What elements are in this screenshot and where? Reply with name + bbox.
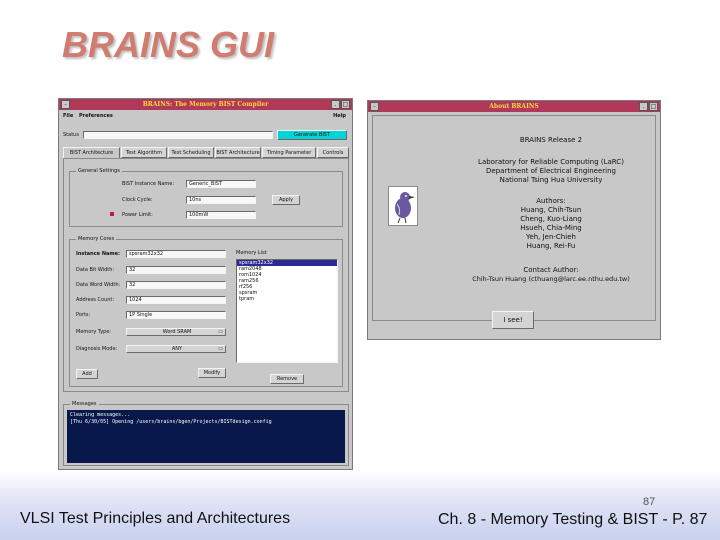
tab-controls[interactable]: Controls — [317, 147, 349, 158]
dropdown-arrow-icon: ▭ — [218, 329, 223, 335]
minimize-icon[interactable]: . — [331, 100, 340, 109]
address-count-input[interactable]: 1024 — [126, 296, 226, 304]
memory-cores-group: Memory Cores Instance Name: spsram32x32 … — [69, 236, 343, 387]
footer-bar — [0, 470, 720, 540]
about-window-title: About BRAINS — [489, 103, 539, 110]
contact-heading: Contact Author: — [523, 266, 579, 274]
close-about-button[interactable]: I see! — [492, 311, 534, 329]
author-2: Cheng, Kuo-Liang — [520, 215, 582, 223]
messages-group: Messages Clearing messages... [Thu 6/30/… — [63, 401, 349, 466]
lab-line-2: Department of Electrical Engineering — [486, 167, 616, 175]
page-number: 87 — [643, 496, 656, 508]
tab-bar: BIST Architecture Test Algorithm Test Sc… — [63, 147, 349, 158]
clock-cycle-input[interactable]: 10ns — [186, 196, 256, 204]
author-1: Huang, Chih-Tsun — [520, 206, 582, 214]
bird-logo-graphic — [395, 192, 415, 224]
diagnosis-mode-value: ANY — [171, 346, 183, 352]
instance-name-input[interactable]: spsram32x32 — [126, 250, 226, 258]
menu-preferences[interactable]: Preferences — [79, 113, 113, 119]
bist-instance-input[interactable]: Generic_BIST — [186, 180, 256, 188]
data-word-width-input[interactable]: 32 — [126, 281, 226, 289]
memory-list-item[interactable]: tpram — [237, 296, 337, 302]
slide-title: BRAINS GUI — [62, 24, 275, 65]
lab-line-3: National Tsing Hua University — [499, 176, 603, 184]
author-4: Yeh, Jen-Chieh — [526, 233, 576, 241]
instance-name-label: Instance Name: — [76, 251, 120, 257]
data-bit-width-input[interactable]: 32 — [126, 266, 226, 274]
messages-console[interactable]: Clearing messages... [Thu 6/30/05] Openi… — [67, 410, 345, 463]
release-text: BRAINS Release 2 — [519, 136, 583, 144]
ports-label: Ports: — [76, 312, 91, 318]
main-titlebar[interactable]: - BRAINS: The Memory BIST Compiler . □ — [59, 99, 352, 110]
modify-memory-button[interactable]: Modify — [198, 368, 226, 378]
menu-file[interactable]: File — [63, 113, 73, 119]
power-limit-label: Power Limit: — [122, 212, 153, 218]
messages-label: Messages — [70, 401, 99, 407]
memory-list[interactable]: spsram32x32 ram2048 rom1024 ram256 rf256 spsr… — [236, 259, 338, 363]
status-label: Status — [63, 132, 79, 138]
memory-cores-label: Memory Cores — [76, 236, 117, 242]
contact-author: Chih-Tsun Huang (cthuang@larc.ee.nthu.ed… — [472, 275, 630, 283]
lab-line-1: Laboratory for Reliable Computing (LaRC) — [478, 158, 624, 166]
data-word-width-label: Data Word Width: — [76, 282, 121, 288]
tab-bist-architecture-2[interactable]: BIST Architecture — [215, 147, 261, 158]
clock-cycle-label: Clock Cycle: — [122, 197, 153, 203]
data-bit-width-label: Data Bit Width: — [76, 267, 115, 273]
memory-type-label: Memory Type: — [76, 329, 112, 335]
menu-help[interactable]: Help — [333, 113, 346, 119]
maximize-icon[interactable]: □ — [649, 102, 658, 111]
general-settings-label: General Settings — [76, 168, 122, 174]
memory-type-value: Word SRAM — [162, 329, 192, 335]
footer-chapter-title: Ch. 8 - Memory Testing & BIST - P. 87 — [438, 511, 708, 528]
add-memory-button[interactable]: Add — [76, 369, 98, 379]
apply-button[interactable]: Apply — [272, 195, 300, 205]
tab-panel: General Settings BIST Instance Name: Gen… — [63, 158, 349, 392]
tab-timing-parameter[interactable]: Timing Parameter — [262, 147, 316, 158]
about-content-panel: BRAINS Release 2 Laboratory for Reliable… — [372, 115, 656, 321]
dropdown-arrow-icon: ▭ — [218, 346, 223, 352]
menu-bar: File Preferences Help — [59, 111, 352, 121]
status-field — [83, 131, 273, 139]
authors-heading: Authors: — [536, 197, 566, 205]
maximize-icon[interactable]: □ — [341, 100, 350, 109]
tab-test-algorithm[interactable]: Test Algorithm — [121, 147, 167, 158]
power-limit-input[interactable]: 100mW — [186, 211, 256, 219]
remove-memory-button[interactable]: Remove — [270, 374, 304, 384]
footer-course-title: VLSI Test Principles and Architectures — [20, 510, 291, 527]
tab-test-scheduling[interactable]: Test Scheduling — [168, 147, 214, 158]
bist-instance-label: BIST Instance Name: — [122, 181, 175, 187]
address-count-label: Address Count: — [76, 297, 115, 303]
message-line: [Thu 6/30/05] Opening /users/brains/bgen… — [70, 419, 272, 425]
diagnosis-mode-label: Diagnosis Mode: — [76, 346, 118, 352]
generate-bist-button[interactable]: Generate BIST — [277, 130, 347, 140]
memory-type-select[interactable]: Word SRAM ▭ — [126, 328, 226, 336]
general-settings-group: General Settings BIST Instance Name: Gen… — [69, 168, 343, 227]
power-indicator-icon — [110, 212, 114, 216]
tab-bist-architecture[interactable]: BIST Architecture — [63, 147, 120, 158]
diagnosis-mode-select[interactable]: ANY ▭ — [126, 345, 226, 353]
memory-list-label: Memory List — [236, 250, 267, 256]
main-window-title: BRAINS: The Memory BIST Compiler — [142, 101, 269, 108]
message-line: Clearing messages... — [70, 412, 131, 418]
about-brains-window: - About BRAINS . □ BRAINS Release 2 Labo… — [367, 100, 661, 340]
brains-main-window: - BRAINS: The Memory BIST Compiler . □ F… — [58, 98, 353, 470]
author-3: Hsueh, Chia-Ming — [520, 224, 582, 232]
author-5: Huang, Rei-Fu — [526, 242, 576, 250]
bird-logo-icon — [388, 186, 418, 226]
minimize-icon[interactable]: . — [639, 102, 648, 111]
about-titlebar[interactable]: - About BRAINS . □ — [368, 101, 660, 112]
ports-input[interactable]: 1P Single — [126, 311, 226, 319]
